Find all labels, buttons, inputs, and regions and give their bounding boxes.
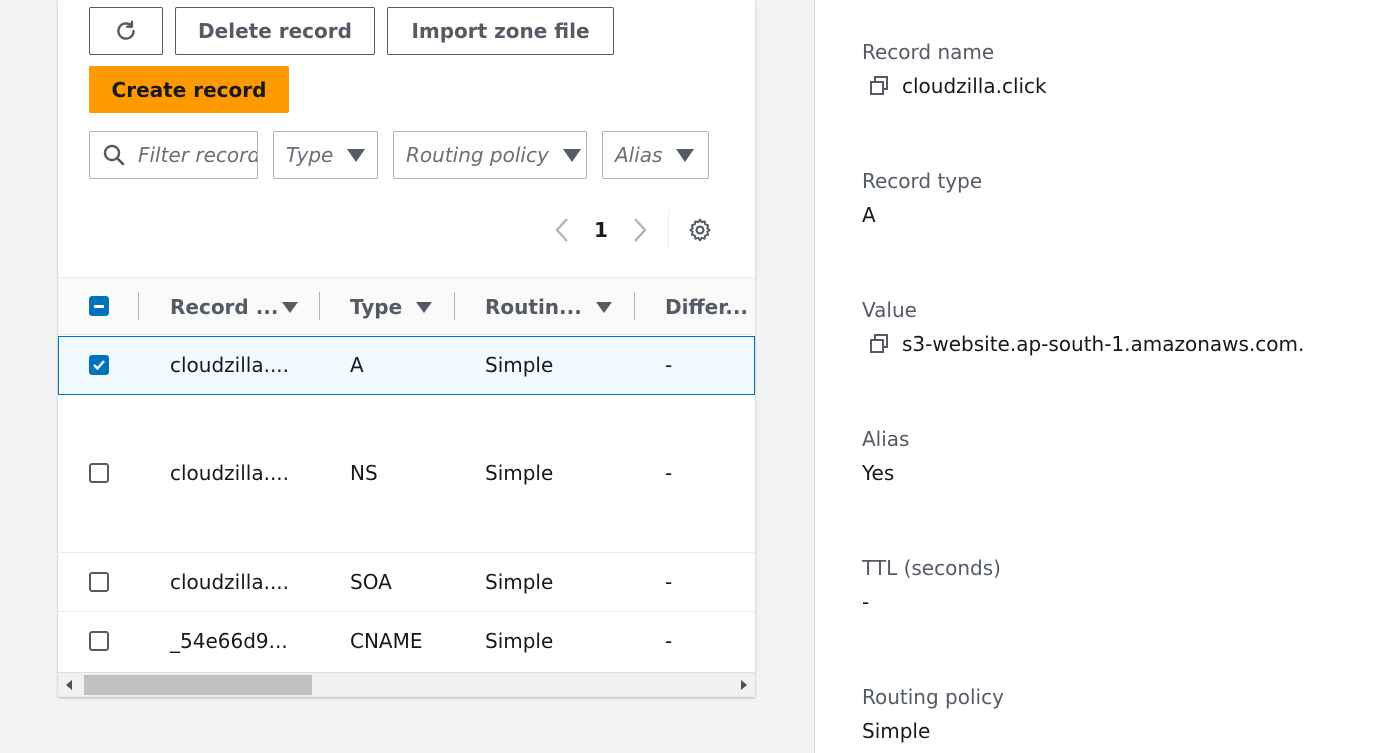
column-separator [634, 292, 635, 320]
table-row[interactable]: cloudzilla.... NS Simple - [58, 395, 755, 553]
alias-filter-dropdown[interactable]: Alias [602, 131, 709, 179]
routing-policy-label: Routing policy [862, 685, 1004, 709]
ttl-field: TTL (seconds) - [862, 556, 1001, 614]
records-panel: Delete record Import zone file Create re… [0, 0, 814, 753]
sort-caret-icon[interactable] [416, 302, 432, 313]
value-label: Value [862, 298, 917, 322]
cell-type: SOA [350, 570, 392, 594]
pagination-separator [667, 210, 669, 250]
column-separator [138, 292, 139, 320]
value-field: Value s3-website.ap-south-1.amazonaws.co… [862, 298, 1304, 356]
cell-routing-policy: Simple [485, 461, 554, 485]
alias-value: Yes [862, 461, 895, 485]
cell-differentiator: - [665, 461, 673, 485]
routing-policy-field: Routing policy Simple [862, 685, 1004, 743]
record-type-value: A [862, 203, 876, 227]
row-checkbox[interactable] [89, 631, 109, 651]
row-checkbox[interactable] [89, 463, 109, 483]
column-header-differentiator[interactable]: Differ... [665, 278, 748, 336]
filter-records-placeholder: Filter records [138, 143, 258, 167]
cell-type: NS [350, 461, 378, 485]
routing-policy-filter-label: Routing policy [406, 143, 549, 167]
sort-caret-icon[interactable] [596, 302, 612, 313]
cell-routing-policy: Simple [485, 629, 554, 653]
type-filter-dropdown[interactable]: Type [273, 131, 378, 179]
cell-record-name: cloudzilla.... [170, 570, 290, 594]
record-details-panel: Record name cloudzilla.click Record type… [815, 0, 1391, 753]
create-record-button[interactable]: Create record [89, 66, 289, 113]
table-row[interactable]: cloudzilla.... SOA Simple - [58, 553, 755, 612]
column-header-routing-policy[interactable]: Routin... [485, 278, 582, 336]
table-header: Record ... Type Routin... Differ... [58, 277, 755, 335]
record-name-label: Record name [862, 40, 995, 64]
scrollbar-thumb[interactable] [84, 675, 312, 695]
cell-type: A [350, 353, 364, 377]
record-type-field: Record type A [862, 169, 982, 227]
cell-type: CNAME [350, 629, 423, 653]
chevron-left-icon[interactable] [552, 216, 572, 244]
chevron-right-icon[interactable] [630, 216, 650, 244]
cell-record-name: cloudzilla.... [170, 461, 290, 485]
record-name-value: cloudzilla.click [902, 74, 1047, 98]
scroll-right-arrow-icon[interactable] [741, 680, 747, 690]
row-checkbox[interactable] [89, 572, 109, 592]
search-icon [103, 144, 125, 166]
cell-differentiator: - [665, 570, 673, 594]
caret-down-icon [676, 148, 695, 162]
gear-icon[interactable] [687, 217, 713, 243]
alias-label: Alias [862, 427, 910, 451]
column-header-record-name[interactable]: Record ... [170, 278, 279, 336]
ttl-label: TTL (seconds) [862, 556, 1001, 580]
value-value: s3-website.ap-south-1.amazonaws.com. [902, 332, 1305, 356]
cell-routing-policy: Simple [485, 353, 554, 377]
horizontal-scrollbar[interactable] [58, 672, 755, 697]
sort-caret-icon[interactable] [282, 302, 298, 313]
copy-icon[interactable] [868, 333, 890, 355]
row-checkbox[interactable] [89, 355, 109, 375]
record-type-label: Record type [862, 169, 983, 193]
current-page[interactable]: 1 [594, 218, 608, 242]
cell-routing-policy: Simple [485, 570, 554, 594]
select-all-checkbox[interactable] [89, 296, 109, 316]
cell-record-name: _54e66d9... [170, 629, 288, 653]
table-row[interactable]: _54e66d9... CNAME Simple - [58, 612, 755, 672]
caret-down-icon [562, 148, 581, 162]
scroll-left-arrow-icon[interactable] [66, 680, 72, 690]
copy-icon[interactable] [868, 75, 890, 97]
cell-record-name: cloudzilla.... [170, 353, 290, 377]
cell-differentiator: - [665, 629, 673, 653]
alias-filter-label: Alias [615, 143, 663, 167]
ttl-value: - [862, 590, 870, 614]
refresh-button[interactable] [89, 7, 163, 55]
record-name-field: Record name cloudzilla.click [862, 40, 1047, 98]
caret-down-icon [347, 148, 366, 162]
delete-record-button[interactable]: Delete record [175, 7, 375, 55]
column-separator [319, 292, 320, 320]
import-zone-file-button[interactable]: Import zone file [387, 7, 614, 55]
column-separator [454, 292, 455, 320]
pagination: 1 [552, 206, 713, 254]
checkmark-icon [93, 360, 105, 371]
table-row[interactable]: cloudzilla.... A Simple - [58, 336, 755, 395]
filter-records-input[interactable]: Filter records [89, 131, 258, 179]
routing-policy-value: Simple [862, 719, 931, 743]
column-header-type[interactable]: Type [350, 278, 402, 336]
cell-differentiator: - [665, 353, 673, 377]
records-table-card: Delete record Import zone file Create re… [58, 0, 755, 697]
routing-policy-filter-dropdown[interactable]: Routing policy [393, 131, 587, 179]
alias-field: Alias Yes [862, 427, 909, 485]
type-filter-label: Type [286, 143, 334, 167]
refresh-icon [117, 20, 135, 40]
